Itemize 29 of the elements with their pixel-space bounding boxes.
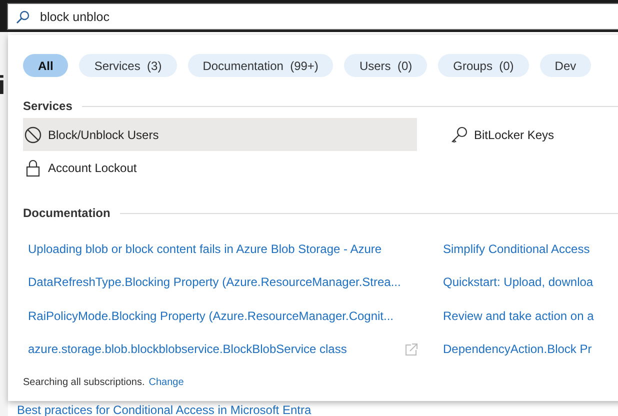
lock-icon (24, 158, 42, 176)
documentation-link[interactable]: Quickstart: Upload, downloa (443, 275, 594, 290)
filter-pill[interactable]: Users (0) (344, 54, 428, 77)
documentation-link[interactable]: RaiPolicyMode.Blocking Property (Azure.ResourceManager.Cognit... (28, 308, 394, 323)
block-icon (24, 126, 42, 144)
key-icon (450, 126, 468, 144)
documentation-link[interactable]: DataRefreshType.Blocking Property (Azure.ResourceManager.Strea... (28, 275, 401, 290)
documentation-link[interactable]: DependencyAction.Block Pr (443, 342, 592, 356)
filter-pill[interactable]: Dev (540, 54, 592, 77)
documentation-link[interactable]: azure.storage.blob.blockblobservice.BlockBlobService class (28, 342, 347, 356)
filter-pill[interactable]: All (23, 54, 68, 77)
filter-pill[interactable]: Services (3) (79, 54, 177, 77)
page-heading: i (0, 70, 6, 101)
change-link[interactable]: Change (148, 377, 184, 388)
search-value: block unbloc (40, 10, 110, 24)
section-title: Services (23, 99, 72, 113)
service-item[interactable]: Account Lockout (23, 151, 417, 184)
search-field[interactable]: block unbloc (7, 3, 618, 30)
search-icon (16, 10, 30, 24)
filter-pill[interactable]: Groups (0) (438, 54, 529, 77)
section-title: Documentation (23, 206, 110, 220)
documentation-link[interactable]: Uploading blob or block content fails in Azure Blob Storage - Azure (28, 242, 382, 256)
service-item[interactable]: BitLocker Keys (449, 118, 618, 151)
filter-pill[interactable]: Documentation (99+) (188, 54, 334, 77)
service-item[interactable]: Block/Unblock Users (23, 118, 417, 151)
documentation-link[interactable]: Review and take action on a (443, 308, 594, 323)
scope-note: Searching all subscriptions. (23, 377, 145, 388)
external-link-icon (405, 342, 418, 356)
documentation-link[interactable]: Simplify Conditional Access (443, 242, 590, 256)
